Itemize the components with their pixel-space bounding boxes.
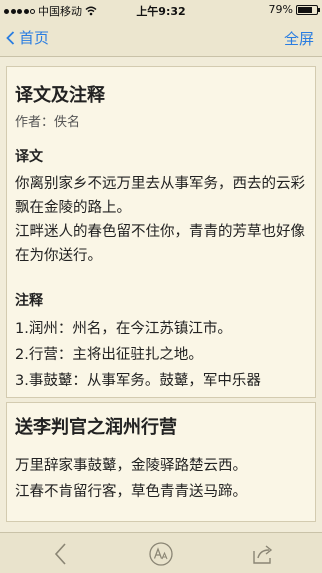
translation-heading: 译文 [15,149,43,165]
translation-paragraph: 江畔迷人的春色留不住你，青青的芳草也好像在为你送行。 [15,224,305,264]
share-icon[interactable] [250,541,276,567]
note-item: 1.润州：州名，在今江苏镇江市。 [15,321,232,337]
nav-bar: 首页 全屏 [0,20,322,57]
poem-line: 江春不肯留行客，草色青青送马蹄。 [15,484,247,500]
status-bar: 中国移动 上午9:32 79% [0,0,322,20]
back-icon[interactable] [48,541,74,567]
note-item: 2.行营：主将出征驻扎之地。 [15,347,203,363]
translation-card-title: 译文及注释 [15,85,105,106]
fullscreen-button[interactable]: 全屏 [284,28,314,49]
author-label: 作者：佚名 [15,115,81,130]
note-item: 3.事鼓鼙：从事军务。鼓鼙，军中乐器 [15,373,261,389]
poem-line: 万里辞家事鼓鼙，金陵驿路楚云西。 [15,458,247,474]
font-size-icon[interactable] [148,541,174,567]
battery-percent: 79% [268,3,293,16]
status-right: 79% [268,3,320,16]
chevron-left-icon [6,30,15,45]
poem-title: 送李判官之润州行营 [15,417,177,438]
battery-icon [296,4,320,15]
back-home-button[interactable]: 首页 [6,27,49,48]
back-label: 首页 [19,29,50,47]
notes-heading: 注释 [15,293,43,309]
bottom-toolbar [0,532,322,573]
translation-card[interactable]: 译文及注释 作者：佚名 译文 你离别家乡不远万里去从事军务，西去的云彩飘在金陵的… [6,66,316,398]
translation-paragraph: 你离别家乡不远万里去从事军务，西去的云彩飘在金陵的路上。 [15,176,305,216]
poem-card[interactable]: 送李判官之润州行营 万里辞家事鼓鼙，金陵驿路楚云西。 江春不肯留行客，草色青青送… [6,402,316,522]
